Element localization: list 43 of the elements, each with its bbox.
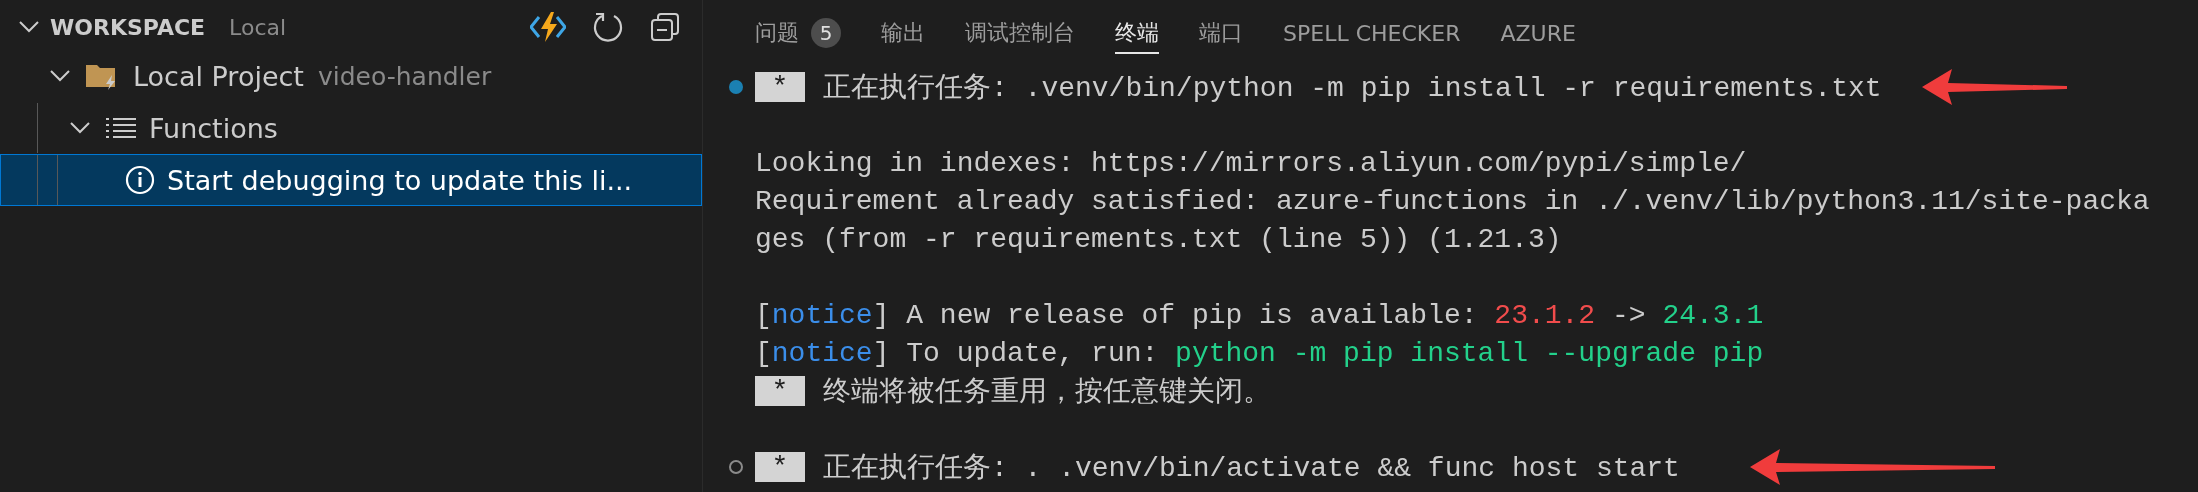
terminal-line: 终端将被任务重用，按任意键关闭。 [823,375,1271,410]
tree-item-label: Start debugging to update this li... [167,164,633,196]
tab-label: AZURE [1500,20,1576,46]
task-marker: * [755,72,805,102]
tree-item[interactable]: Start debugging to update this li... [0,154,702,206]
panel-tab[interactable]: 调试控制台 [965,14,1075,54]
terminal-line: [notice] To update, run: python -m pip install --upgrade pip [755,337,1764,369]
terminal-line: 正在执行任务: .venv/bin/python -m pip install -r requirements.txt [823,72,1882,106]
panel-tab[interactable]: 端口 [1199,14,1243,54]
count-badge: 5 [811,18,841,48]
info-icon [125,165,155,195]
terminal-line: ges (from -r requirements.txt (line 5)) (1.21.3) [755,223,1562,255]
task-marker: * [755,452,805,482]
chevron-down-icon[interactable] [69,121,91,135]
refresh-icon[interactable] [592,11,624,43]
tree-item-label: Local Project [133,60,304,92]
tree-item-description: video-handler [317,61,492,91]
tab-label: 输出 [881,19,925,47]
panel-tab[interactable]: 终端 [1115,14,1159,54]
tab-label: 调试控制台 [965,19,1075,47]
azure-functions-icon[interactable] [530,11,566,43]
terminal-line: [notice] A new release of pip is available: 23.1.2 -> 24.3.1 [755,299,1764,331]
tree-item-label: Functions [149,112,278,144]
terminal-line: Requirement already satisfied: azure-functions in ./.venv/lib/python3.11/site-packa [755,185,2150,217]
tab-label: 终端 [1115,19,1159,47]
list-icon [105,115,137,141]
section-subtitle: Local [229,14,287,40]
terminal-line: Looking in indexes: https://mirrors.aliyun.com/pypi/simple/ [755,147,1747,179]
section-title[interactable]: WORKSPACE [50,14,206,40]
tab-label: SPELL CHECKER [1283,20,1461,46]
collapse-all-icon[interactable] [650,12,680,42]
panel-tab[interactable]: 输出 [881,14,925,54]
panel-tab[interactable]: SPELL CHECKER [1283,14,1461,54]
tree-item[interactable]: Local Project video-handler [0,50,702,102]
tab-label: 问题 [755,19,799,47]
panel-tab[interactable]: 问题 5 [755,14,841,54]
terminal-line: 正在执行任务: . .venv/bin/activate && func host start [823,452,1680,486]
tree-item[interactable]: Functions [0,102,702,154]
panel-tab[interactable]: AZURE [1500,14,1576,54]
task-marker: * [755,376,805,406]
tab-label: 端口 [1199,19,1243,47]
chevron-down-icon[interactable] [18,20,40,34]
chevron-down-icon[interactable] [49,69,71,83]
